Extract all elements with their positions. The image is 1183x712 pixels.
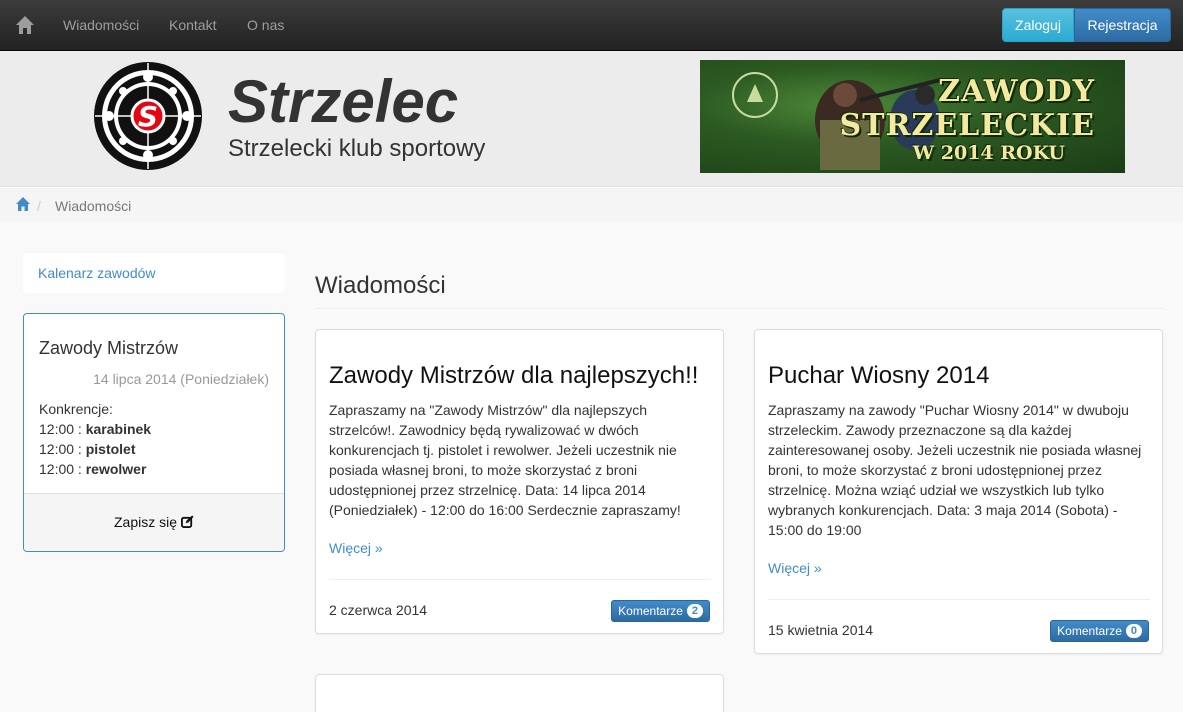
event-date: 14 lipca 2014 (Poniedziałek) bbox=[93, 371, 269, 387]
home-icon[interactable] bbox=[15, 196, 31, 212]
banner-line-3: W 2014 ROKU bbox=[912, 142, 1065, 164]
competition-banner[interactable]: ZAWODY STRZELECKIE W 2014 ROKU bbox=[700, 60, 1125, 173]
breadcrumb-current: Wiadomości bbox=[55, 198, 132, 214]
auth-button-group: Zaloguj Rejestracja bbox=[1002, 8, 1171, 42]
breadcrumb-separator: / bbox=[37, 198, 41, 214]
home-icon[interactable] bbox=[14, 14, 36, 36]
card-divider bbox=[768, 599, 1150, 600]
calendar-link[interactable]: Kalenarz zawodów bbox=[38, 265, 156, 281]
breadcrumb: / Wiadomości bbox=[0, 188, 1183, 222]
news-body: Zapraszamy na zawody "Puchar Wiosny 2014… bbox=[768, 402, 1142, 538]
target-logo: S bbox=[94, 62, 202, 170]
competition-item: 12:00 : karabinek bbox=[39, 421, 152, 437]
comments-button[interactable]: Komentarze 2 bbox=[611, 600, 710, 622]
page-title: Wiadomości bbox=[315, 272, 446, 299]
event-footer: Zapisz się bbox=[24, 493, 284, 551]
register-button[interactable]: Rejestracja bbox=[1074, 8, 1171, 42]
read-more-link[interactable]: Więcej » bbox=[329, 540, 383, 556]
title-divider bbox=[315, 308, 1163, 309]
read-more-link[interactable]: Więcej » bbox=[768, 560, 822, 576]
site-header: S Strzelec Strzelecki klub sportowy ZAWO… bbox=[0, 51, 1183, 187]
edit-icon bbox=[180, 515, 194, 528]
banner-line-2: STRZELECKIE bbox=[839, 108, 1095, 143]
nav-link-contact[interactable]: Kontakt bbox=[169, 17, 216, 33]
svg-text:S: S bbox=[138, 100, 158, 133]
site-title: Strzelec bbox=[228, 68, 459, 135]
event-panel: Zawody Mistrzów 14 lipca 2014 (Poniedzia… bbox=[23, 313, 285, 552]
banner-line-1: ZAWODY bbox=[938, 74, 1095, 109]
comments-count-badge: 2 bbox=[686, 604, 703, 618]
signup-button[interactable]: Zapisz się bbox=[114, 514, 194, 530]
nav-link-news[interactable]: Wiadomości bbox=[63, 17, 139, 33]
nav-link-about[interactable]: O nas bbox=[247, 17, 284, 33]
news-title[interactable]: Zawody Mistrzów dla najlepszych!! bbox=[329, 362, 698, 390]
sidebar-calendar: Kalenarz zawodów bbox=[23, 253, 285, 293]
news-date: 2 czerwca 2014 bbox=[329, 602, 428, 618]
competition-item: 12:00 : pistolet bbox=[39, 441, 136, 457]
comments-button[interactable]: Komentarze 0 bbox=[1050, 620, 1149, 642]
competition-item: 12:00 : rewolwer bbox=[39, 461, 147, 477]
news-title[interactable]: Puchar Wiosny 2014 bbox=[768, 362, 989, 390]
comments-count-badge: 0 bbox=[1125, 624, 1142, 638]
news-date: 15 kwietnia 2014 bbox=[768, 622, 874, 638]
login-button[interactable]: Zaloguj bbox=[1002, 8, 1074, 42]
news-card: Zawody Mistrzów dla najlepszych!! Zapras… bbox=[315, 329, 724, 634]
news-body: Zapraszamy na "Zawody Mistrzów" dla najl… bbox=[329, 402, 681, 518]
news-card bbox=[315, 674, 724, 712]
competitions-label: Konkrencje: bbox=[39, 401, 113, 417]
event-title: Zawody Mistrzów bbox=[39, 338, 179, 358]
news-card: Puchar Wiosny 2014 Zapraszamy na zawody … bbox=[754, 329, 1163, 654]
site-subtitle: Strzelecki klub sportowy bbox=[228, 135, 486, 162]
card-divider bbox=[329, 579, 711, 580]
top-navbar: Wiadomości Kontakt O nas Zaloguj Rejestr… bbox=[0, 0, 1183, 51]
